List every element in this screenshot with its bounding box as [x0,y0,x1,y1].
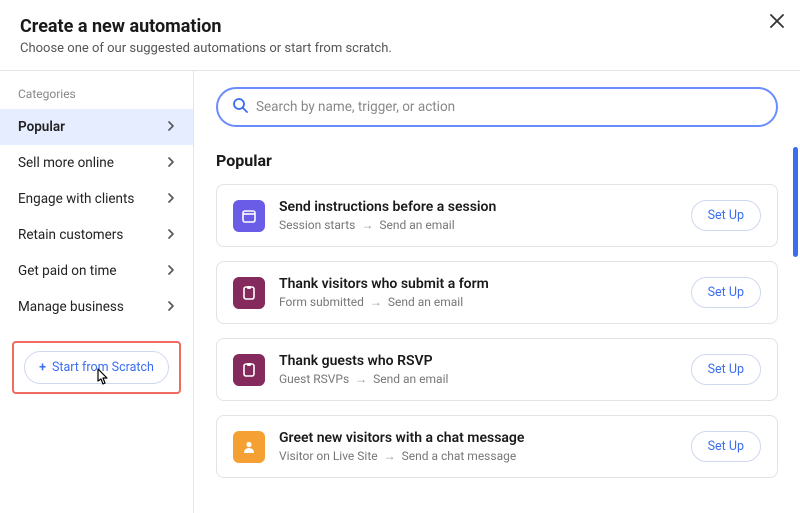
sidebar-item-popular[interactable]: Popular [0,109,193,145]
card-action: Send an email [373,372,448,386]
page-subtitle: Choose one of our suggested automations … [20,41,780,56]
chevron-right-icon [167,155,175,171]
sidebar-item-manage-business[interactable]: Manage business [0,289,193,325]
sidebar-item-get-paid-on-time[interactable]: Get paid on time [0,253,193,289]
search-field[interactable] [216,87,778,127]
page-title: Create a new automation [20,16,780,37]
user-icon [233,431,265,463]
chevron-right-icon [167,299,175,315]
categories-sidebar: Categories Popular Sell more online Enga… [0,71,194,513]
close-icon [770,14,784,28]
card-flow: Form submitted → Send an email [279,295,677,309]
main-panel: Popular Send instructions before a sessi… [194,71,800,513]
setup-button[interactable]: Set Up [691,354,761,385]
calendar-icon [233,200,265,232]
arrow-right-icon: → [384,449,396,463]
sidebar-item-label: Get paid on time [18,263,117,279]
sidebar-item-label: Popular [18,119,65,135]
vertical-scrollbar[interactable] [793,147,798,257]
sidebar-item-label: Engage with clients [18,191,134,207]
search-icon [232,97,248,117]
card-trigger: Session starts [279,218,355,232]
setup-button[interactable]: Set Up [691,277,761,308]
automation-list: Send instructions before a session Sessi… [216,184,778,478]
chevron-right-icon [167,191,175,207]
start-from-scratch-label: Start from Scratch [52,360,154,375]
sidebar-heading: Categories [0,81,193,109]
chevron-right-icon [167,263,175,279]
plus-icon: + [39,360,46,375]
arrow-right-icon: → [355,372,367,386]
sidebar-item-label: Retain customers [18,227,123,243]
card-action: Send an email [388,295,463,309]
chevron-right-icon [167,227,175,243]
automation-card[interactable]: Greet new visitors with a chat message V… [216,415,778,478]
setup-button[interactable]: Set Up [691,200,761,231]
sidebar-item-retain-customers[interactable]: Retain customers [0,217,193,253]
search-input[interactable] [256,99,762,115]
card-title: Send instructions before a session [279,199,677,215]
chevron-right-icon [167,119,175,135]
clipboard-icon [233,277,265,309]
sidebar-item-label: Manage business [18,299,124,315]
sidebar-item-label: Sell more online [18,155,114,171]
clipboard-icon [233,354,265,386]
card-trigger: Form submitted [279,295,364,309]
card-title: Thank visitors who submit a form [279,276,677,292]
card-title: Thank guests who RSVP [279,353,677,369]
automation-card[interactable]: Thank guests who RSVP Guest RSVPs → Send… [216,338,778,401]
card-trigger: Guest RSVPs [279,372,349,386]
card-action: Send a chat message [402,449,517,463]
automation-card[interactable]: Send instructions before a session Sessi… [216,184,778,247]
card-action: Send an email [379,218,454,232]
sidebar-item-sell-more-online[interactable]: Sell more online [0,145,193,181]
automation-card[interactable]: Thank visitors who submit a form Form su… [216,261,778,324]
arrow-right-icon: → [361,218,373,232]
card-flow: Visitor on Live Site → Send a chat messa… [279,449,677,463]
card-trigger: Visitor on Live Site [279,449,378,463]
start-from-scratch-button[interactable]: + Start from Scratch [24,351,169,384]
card-title: Greet new visitors with a chat message [279,430,677,446]
sidebar-item-engage-with-clients[interactable]: Engage with clients [0,181,193,217]
section-title: Popular [216,151,778,170]
start-from-scratch-highlight: + Start from Scratch [12,341,181,394]
card-flow: Session starts → Send an email [279,218,677,232]
arrow-right-icon: → [370,295,382,309]
card-flow: Guest RSVPs → Send an email [279,372,677,386]
setup-button[interactable]: Set Up [691,431,761,462]
close-button[interactable] [768,12,786,30]
